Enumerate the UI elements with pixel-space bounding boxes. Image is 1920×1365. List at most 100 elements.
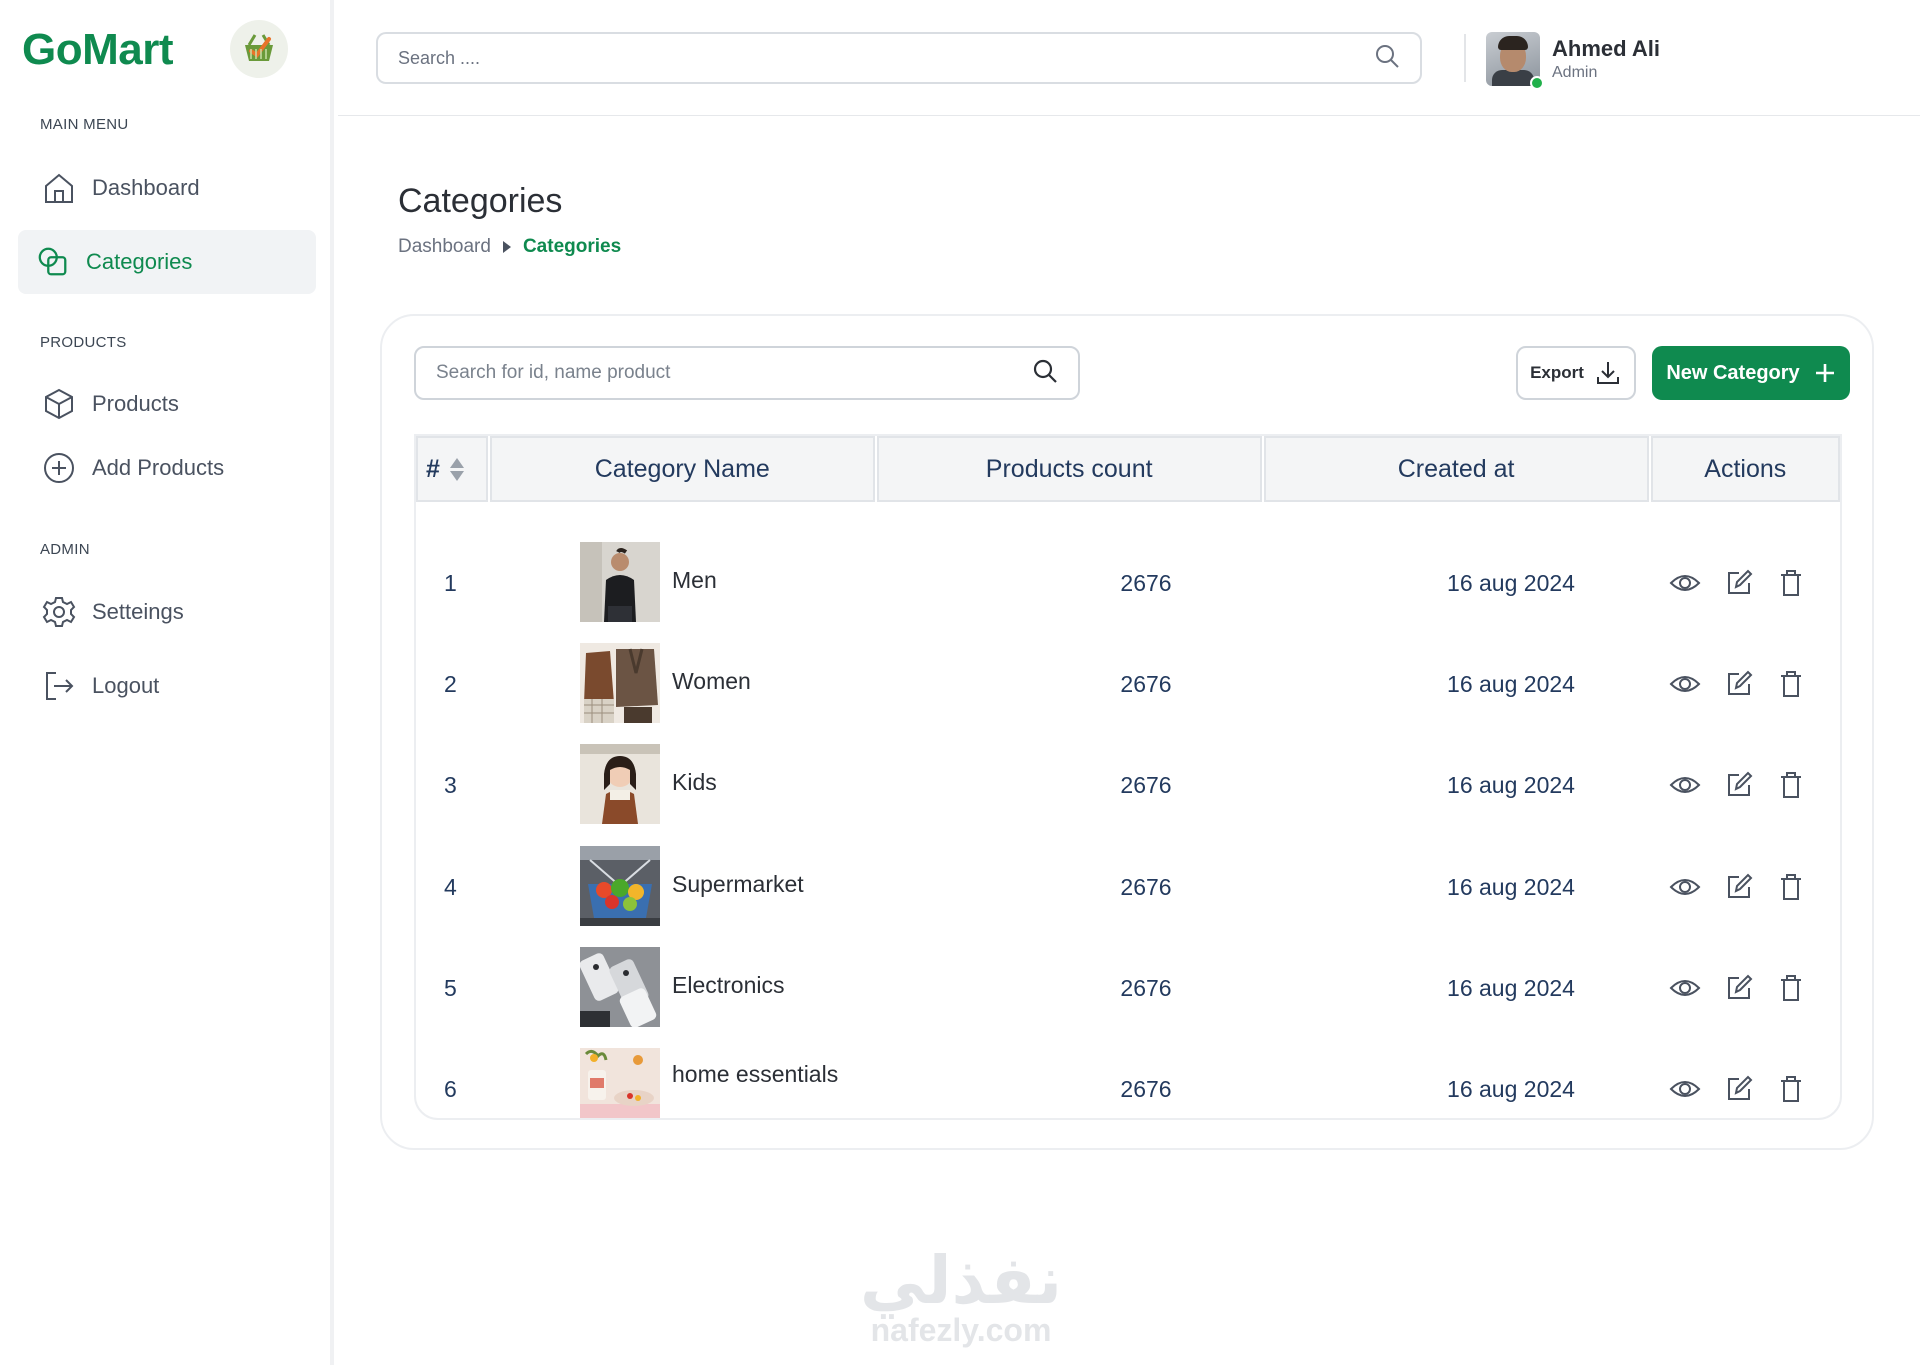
breadcrumb-home[interactable]: Dashboard bbox=[398, 236, 491, 258]
page-title: Categories bbox=[398, 182, 563, 220]
sidebar-item-categories[interactable]: Categories bbox=[18, 230, 316, 294]
products-count: 2676 bbox=[1120, 975, 1172, 1001]
sidebar-item-add-products[interactable]: Add Products bbox=[18, 436, 316, 500]
category-image-women bbox=[580, 643, 660, 723]
edit-icon[interactable] bbox=[1722, 566, 1756, 600]
export-button[interactable]: Export bbox=[1516, 346, 1636, 400]
column-header-count: Products count bbox=[876, 436, 1262, 502]
edit-icon[interactable] bbox=[1722, 768, 1756, 802]
eye-icon[interactable] bbox=[1668, 768, 1702, 802]
user-role: Admin bbox=[1552, 64, 1598, 81]
products-count: 2676 bbox=[1120, 570, 1172, 596]
brand-logo[interactable]: GoMart bbox=[22, 20, 288, 78]
sort-icon[interactable] bbox=[449, 457, 464, 481]
eye-icon[interactable] bbox=[1668, 566, 1702, 600]
categories-table: # Category Name Products count Created a… bbox=[414, 434, 1842, 1120]
section-admin: ADMIN bbox=[40, 541, 90, 558]
table-search[interactable] bbox=[414, 346, 1080, 400]
category-image-men bbox=[580, 542, 660, 622]
sidebar-item-label: Logout bbox=[92, 673, 160, 698]
category-image-kids bbox=[580, 744, 660, 824]
category-name: home essentials bbox=[672, 1061, 839, 1087]
sidebar-item-logout[interactable]: Logout bbox=[18, 654, 316, 718]
trash-icon[interactable] bbox=[1774, 566, 1808, 600]
breadcrumb: Dashboard Categories bbox=[398, 236, 621, 258]
products-count: 2676 bbox=[1120, 874, 1172, 900]
created-at: 16 aug 2024 bbox=[1447, 570, 1575, 596]
eye-icon[interactable] bbox=[1668, 1072, 1702, 1106]
download-icon bbox=[1594, 359, 1622, 387]
eye-icon[interactable] bbox=[1668, 971, 1702, 1005]
sidebar-item-products[interactable]: Products bbox=[18, 372, 316, 436]
edit-icon[interactable] bbox=[1722, 667, 1756, 701]
category-name: Supermarket bbox=[672, 871, 804, 897]
created-at: 16 aug 2024 bbox=[1447, 772, 1575, 798]
category-name: Kids bbox=[672, 769, 717, 795]
sidebar-item-settings[interactable]: Setteings bbox=[18, 580, 316, 644]
watermark: نفذلي nafezly.com bbox=[846, 1242, 1076, 1348]
search-icon[interactable] bbox=[1374, 43, 1400, 74]
edit-icon[interactable] bbox=[1722, 1072, 1756, 1106]
eye-icon[interactable] bbox=[1668, 667, 1702, 701]
column-header-id[interactable]: # bbox=[416, 436, 488, 502]
sidebar-item-label: Setteings bbox=[92, 599, 184, 624]
logout-icon bbox=[42, 669, 76, 703]
sidebar-item-label: Products bbox=[92, 391, 179, 416]
plus-icon bbox=[1814, 362, 1836, 384]
row-id: 4 bbox=[444, 874, 457, 900]
products-count: 2676 bbox=[1120, 671, 1172, 697]
new-category-button[interactable]: New Category bbox=[1652, 346, 1850, 400]
global-search-input[interactable] bbox=[398, 47, 1374, 69]
online-status-dot bbox=[1530, 76, 1544, 90]
export-button-label: Export bbox=[1530, 363, 1584, 382]
sidebar: GoMart MAIN MENU Dashboard Categories PR… bbox=[0, 0, 334, 1365]
table-row: 1 Men 2676 16 aug 2024 bbox=[416, 532, 1840, 632]
watermark-arabic: نفذلي bbox=[860, 1242, 1062, 1319]
divider bbox=[1464, 34, 1466, 82]
category-name: Electronics bbox=[672, 972, 785, 998]
row-id: 6 bbox=[444, 1076, 457, 1102]
table-row: 5 Electronics 2676 16 aug 2024 bbox=[416, 937, 1840, 1037]
home-icon bbox=[42, 171, 76, 205]
sidebar-item-label: Add Products bbox=[92, 455, 225, 480]
category-name: Women bbox=[672, 668, 751, 694]
watermark-latin: nafezly.com bbox=[870, 1312, 1052, 1348]
table-row: 4 Supermarket 2676 16 aug 2024 bbox=[416, 836, 1840, 936]
table-header: # Category Name Products count Created a… bbox=[416, 436, 1840, 502]
brand-name: GoMart bbox=[22, 25, 174, 74]
trash-icon[interactable] bbox=[1774, 971, 1808, 1005]
box-icon bbox=[42, 387, 76, 421]
avatar[interactable] bbox=[1486, 32, 1544, 90]
trash-icon[interactable] bbox=[1774, 768, 1808, 802]
trash-icon[interactable] bbox=[1774, 667, 1808, 701]
categories-icon bbox=[36, 245, 70, 279]
basket-logo-icon bbox=[230, 20, 288, 78]
categories-card: Export New Category # Category Name Prod… bbox=[380, 314, 1874, 1150]
created-at: 16 aug 2024 bbox=[1447, 671, 1575, 697]
sidebar-item-dashboard[interactable]: Dashboard bbox=[18, 156, 316, 220]
edit-icon[interactable] bbox=[1722, 870, 1756, 904]
created-at: 16 aug 2024 bbox=[1447, 1076, 1575, 1102]
new-category-button-label: New Category bbox=[1666, 361, 1800, 384]
column-header-name: Category Name bbox=[489, 436, 875, 502]
category-image-supermarket bbox=[580, 846, 660, 926]
trash-icon[interactable] bbox=[1774, 870, 1808, 904]
created-at: 16 aug 2024 bbox=[1447, 975, 1575, 1001]
breadcrumb-arrow-icon bbox=[502, 241, 511, 253]
global-search[interactable] bbox=[376, 32, 1422, 84]
search-icon[interactable] bbox=[1032, 358, 1058, 389]
section-products: PRODUCTS bbox=[40, 334, 127, 351]
edit-icon[interactable] bbox=[1722, 971, 1756, 1005]
products-count: 2676 bbox=[1120, 1076, 1172, 1102]
created-at: 16 aug 2024 bbox=[1447, 874, 1575, 900]
table-row: 6 home essentials 2676 16 aug 2024 bbox=[416, 1038, 1840, 1118]
user-profile[interactable]: Ahmed Ali Admin bbox=[1486, 32, 1660, 90]
column-header-created: Created at bbox=[1263, 436, 1649, 502]
table-row: 2 Women 2676 16 aug 2024 bbox=[416, 633, 1840, 733]
trash-icon[interactable] bbox=[1774, 1072, 1808, 1106]
user-name: Ahmed Ali bbox=[1552, 36, 1660, 61]
table-search-input[interactable] bbox=[436, 362, 1032, 384]
plus-circle-icon bbox=[42, 451, 76, 485]
eye-icon[interactable] bbox=[1668, 870, 1702, 904]
category-name: Men bbox=[672, 567, 717, 593]
